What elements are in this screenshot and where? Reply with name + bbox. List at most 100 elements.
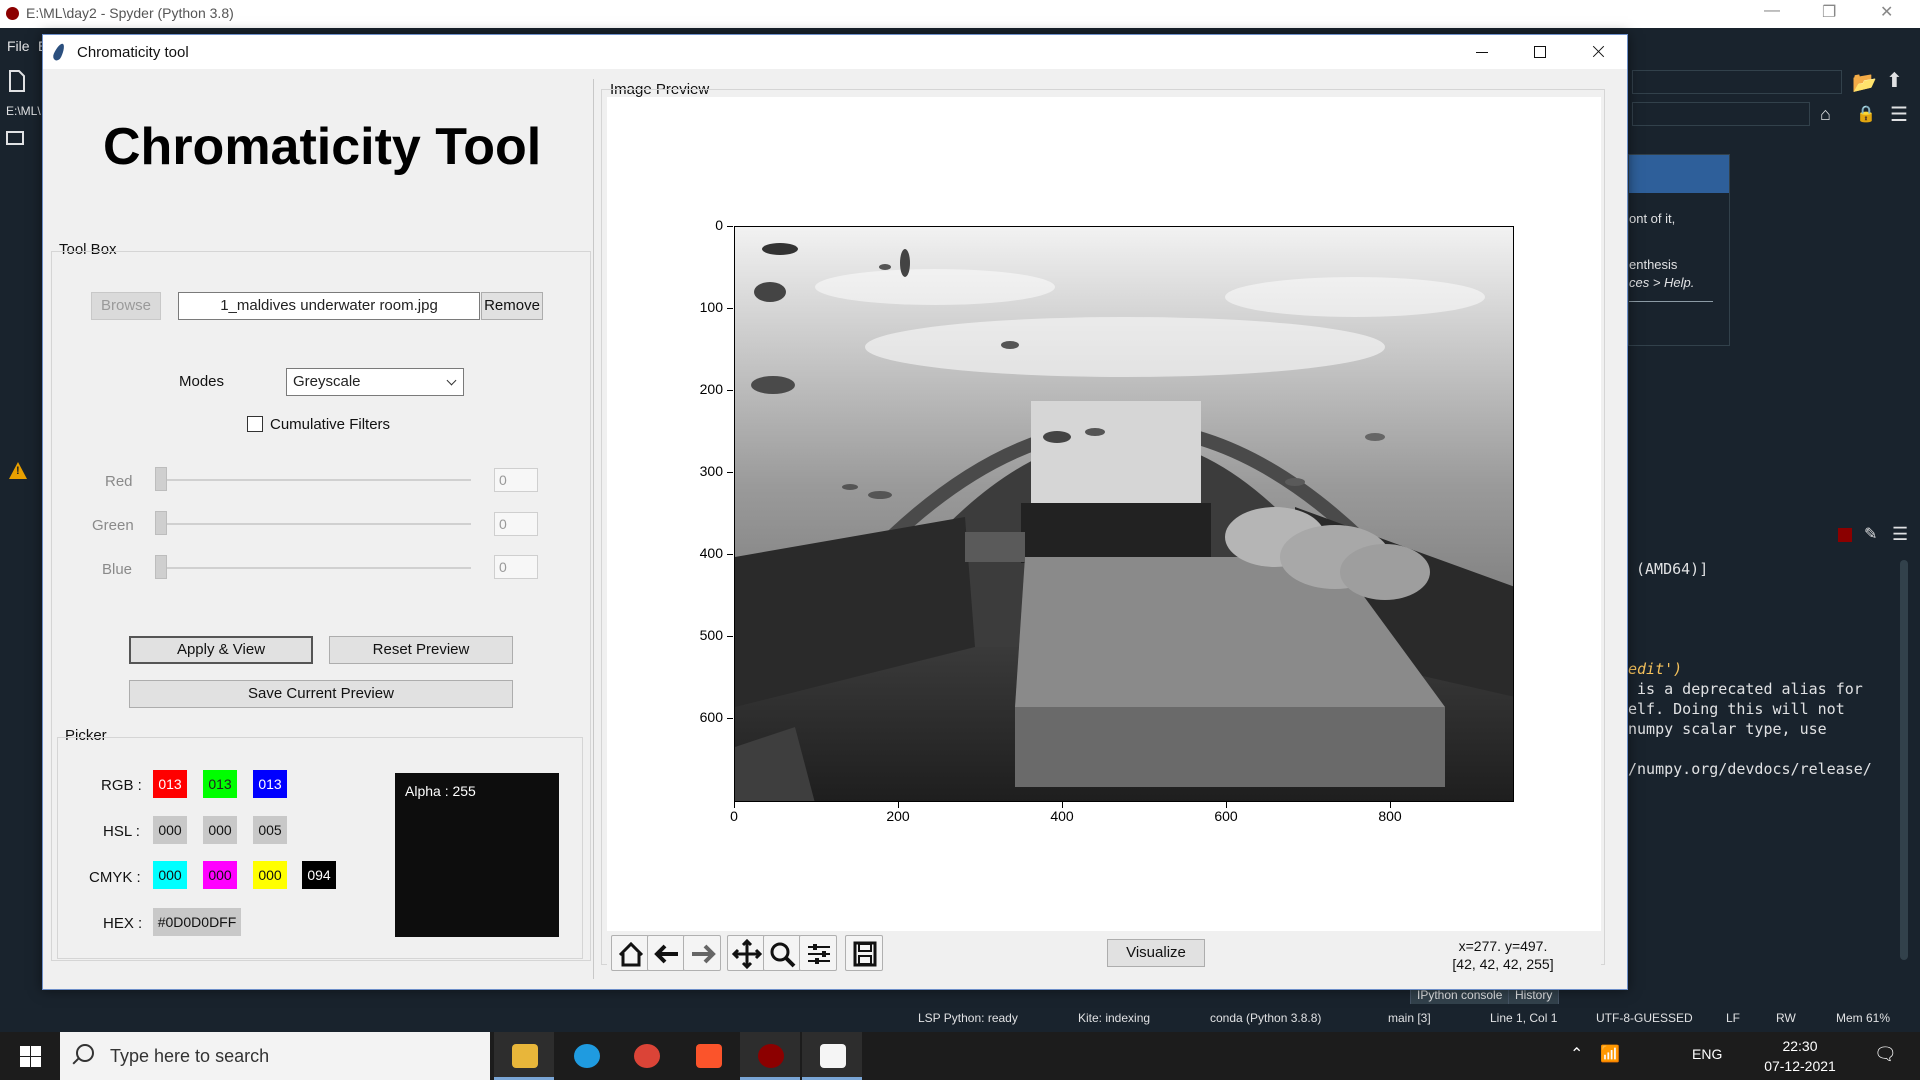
file-name-field[interactable]: 1_maldives underwater room.jpg bbox=[178, 292, 480, 320]
zoom-button[interactable] bbox=[763, 935, 801, 971]
ipython-console[interactable]: (AMD64)] edit') is a deprecated alias fo… bbox=[1628, 552, 1920, 992]
green-slider-thumb[interactable] bbox=[155, 511, 167, 535]
preview-image[interactable] bbox=[734, 226, 1514, 802]
reset-preview-button[interactable]: Reset Preview bbox=[329, 636, 513, 664]
blue-slider-thumb[interactable] bbox=[155, 555, 167, 579]
rgb-label: RGB : bbox=[101, 777, 142, 794]
sliders-icon bbox=[808, 944, 830, 964]
visualize-button[interactable]: Visualize bbox=[1107, 939, 1205, 967]
spyder-close-icon[interactable]: ✕ bbox=[1880, 2, 1893, 22]
red-slider-thumb[interactable] bbox=[155, 467, 167, 491]
home-view-button[interactable] bbox=[611, 935, 649, 971]
language-indicator[interactable]: ENG bbox=[1692, 1046, 1722, 1080]
remove-button[interactable]: Remove bbox=[481, 292, 543, 320]
new-file-icon[interactable] bbox=[8, 70, 26, 92]
search-placeholder: Type here to search bbox=[110, 1046, 270, 1066]
blue-slider-track bbox=[155, 567, 471, 569]
brave-app[interactable] bbox=[678, 1032, 738, 1080]
taskbar-search[interactable]: Type here to search bbox=[60, 1032, 490, 1080]
options-menu-icon[interactable]: ☰ bbox=[1890, 102, 1908, 127]
spyder-titlebar: E:\ML\day2 - Spyder (Python 3.8) — ❐ ✕ bbox=[0, 0, 1920, 28]
configure-subplots-button[interactable] bbox=[799, 935, 837, 971]
tray-chevron-icon[interactable]: ⌃ bbox=[1570, 1044, 1583, 1080]
save-preview-button[interactable]: Save Current Preview bbox=[129, 680, 513, 708]
help-source-field[interactable] bbox=[1632, 102, 1810, 126]
red-slider-track bbox=[155, 479, 471, 481]
file-explorer-app[interactable] bbox=[494, 1032, 554, 1080]
windows-logo-icon bbox=[20, 1046, 30, 1056]
chrome-app[interactable] bbox=[616, 1032, 676, 1080]
status-lsp: LSP Python: ready bbox=[918, 1011, 1018, 1025]
spyder-app[interactable] bbox=[740, 1032, 800, 1080]
x-tick-label: 800 bbox=[1378, 808, 1402, 824]
status-position: Line 1, Col 1 bbox=[1490, 1011, 1558, 1025]
green-value-input[interactable]: 0 bbox=[494, 512, 538, 536]
working-dir-field[interactable] bbox=[1632, 70, 1842, 94]
clock-date: 07-12-2021 bbox=[1764, 1058, 1836, 1074]
rgb-red-swatch: 013 bbox=[153, 770, 187, 798]
coords-xy: x=277. y=497. bbox=[1458, 938, 1548, 954]
windows-logo-icon bbox=[31, 1046, 41, 1056]
move-icon bbox=[731, 938, 763, 970]
pan-button[interactable] bbox=[727, 935, 765, 971]
back-button[interactable] bbox=[647, 935, 685, 971]
edge-app[interactable] bbox=[556, 1032, 616, 1080]
status-permissions: RW bbox=[1776, 1011, 1796, 1025]
y-tick-mark bbox=[727, 472, 733, 473]
home-icon[interactable]: ⌂ bbox=[1820, 104, 1831, 125]
lock-icon[interactable]: 🔒 bbox=[1856, 104, 1876, 124]
modes-select[interactable]: Greyscale bbox=[286, 368, 464, 396]
search-icon bbox=[76, 1044, 94, 1062]
spyder-logo-icon bbox=[6, 7, 19, 20]
slider-label-green: Green bbox=[92, 517, 134, 534]
help-text-1: ont of it, bbox=[1629, 211, 1676, 226]
tray-network-icon[interactable]: 📶 bbox=[1600, 1044, 1620, 1080]
hsl-h-swatch: 000 bbox=[153, 816, 187, 844]
folder-app-icon bbox=[512, 1044, 538, 1068]
apply-view-button[interactable]: Apply & View bbox=[129, 636, 313, 664]
window-titlebar: Chromaticity tool bbox=[43, 35, 1627, 69]
open-folder-icon[interactable]: 📂 bbox=[1852, 70, 1877, 95]
cmyk-c-swatch: 000 bbox=[153, 861, 187, 889]
red-value-input[interactable]: 0 bbox=[494, 468, 538, 492]
status-git: main [3] bbox=[1388, 1011, 1431, 1025]
y-tick-label: 0 bbox=[715, 217, 723, 233]
parent-dir-icon[interactable]: ⬆ bbox=[1886, 68, 1903, 93]
arrow-left-icon bbox=[654, 944, 678, 964]
browse-button[interactable]: Browse bbox=[91, 292, 161, 320]
status-encoding: UTF-8-GUESSED bbox=[1596, 1011, 1693, 1025]
console-line: /numpy.org/devdocs/release/ bbox=[1628, 760, 1872, 778]
maximize-button[interactable] bbox=[1511, 35, 1569, 69]
close-button[interactable] bbox=[1569, 35, 1627, 69]
start-button[interactable] bbox=[0, 1032, 60, 1080]
slider-label-red: Red bbox=[105, 473, 133, 490]
spyder-restore-icon[interactable]: ❐ bbox=[1822, 2, 1836, 22]
console-line: edit') bbox=[1628, 660, 1683, 678]
blue-value-input[interactable]: 0 bbox=[494, 555, 538, 579]
spyder-statusbar: LSP Python: ready Kite: indexing conda (… bbox=[0, 1004, 1920, 1032]
minimize-button[interactable] bbox=[1453, 35, 1511, 69]
console-menu-icon[interactable]: ☰ bbox=[1892, 524, 1908, 545]
forward-button[interactable] bbox=[683, 935, 721, 971]
console-line: (AMD64)] bbox=[1636, 560, 1709, 578]
taskbar-clock[interactable]: 22:30 07-12-2021 bbox=[1760, 1036, 1840, 1076]
cumulative-filters-checkbox[interactable] bbox=[247, 416, 263, 432]
save-figure-button[interactable] bbox=[845, 935, 883, 971]
matplotlib-toolbar: Visualize x=277. y=497. [42, 42, 42, 255… bbox=[607, 931, 1601, 977]
hsl-s-swatch: 000 bbox=[203, 816, 237, 844]
stop-icon[interactable] bbox=[1838, 528, 1852, 542]
console-scrollbar[interactable] bbox=[1900, 560, 1908, 960]
color-preview-box: Alpha : 255 bbox=[395, 773, 559, 937]
spyder-minimize-icon[interactable]: — bbox=[1764, 2, 1780, 20]
status-kite[interactable]: Kite: indexing bbox=[1078, 1011, 1150, 1025]
help-divider bbox=[1629, 301, 1713, 302]
eraser-icon[interactable]: ✎ bbox=[1864, 524, 1877, 544]
console-line: is a deprecated alias for bbox=[1628, 680, 1863, 698]
document-app[interactable] bbox=[802, 1032, 862, 1080]
hsl-l-swatch: 005 bbox=[253, 816, 287, 844]
folder-icon[interactable] bbox=[6, 130, 24, 146]
console-line: numpy scalar type, use bbox=[1628, 720, 1827, 738]
cmyk-m-swatch: 000 bbox=[203, 861, 237, 889]
notification-icon[interactable]: 🗨 bbox=[1874, 1044, 1897, 1080]
menu-file[interactable]: File bbox=[7, 38, 30, 54]
